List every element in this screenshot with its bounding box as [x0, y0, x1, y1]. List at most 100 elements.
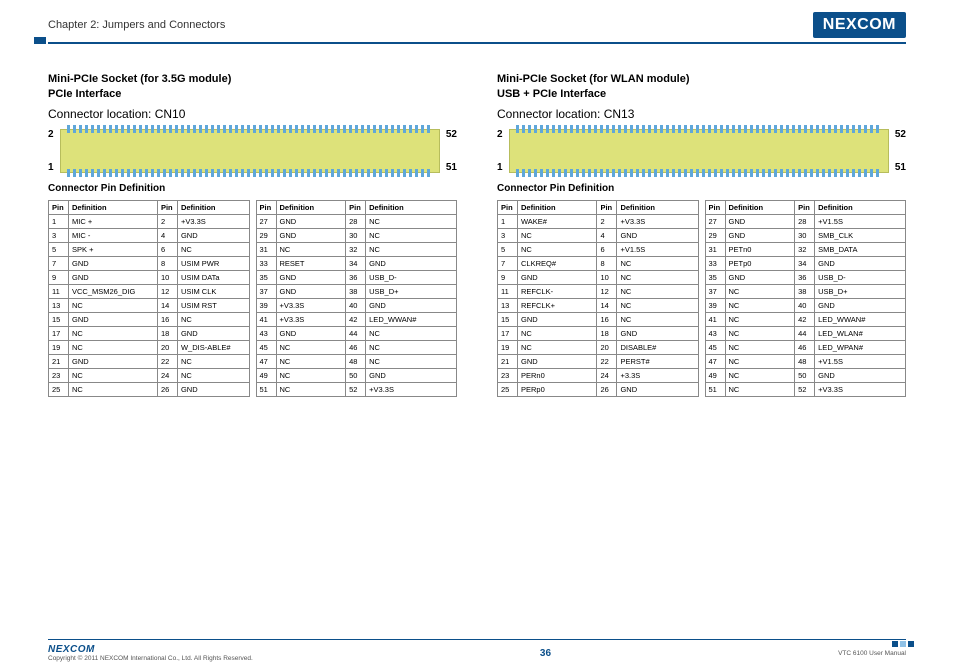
table-header: Pin — [256, 200, 276, 214]
table-cell: 51 — [256, 382, 276, 396]
table-row: 19NC20DISABLE# — [498, 340, 699, 354]
pin-labels-left-side: 2 1 — [497, 129, 503, 173]
table-cell: 10 — [597, 270, 617, 284]
table-cell: LED_WPAN# — [815, 340, 906, 354]
table-cell: NC — [725, 368, 795, 382]
page-footer: NEXCOM Copyright © 2011 NEXCOM Internati… — [48, 639, 906, 662]
table-cell: NC — [276, 368, 346, 382]
table-cell: W_DIS-ABLE# — [177, 340, 249, 354]
table-cell: GND — [518, 270, 597, 284]
table-cell: NC — [518, 326, 597, 340]
table-cell: 1 — [498, 214, 518, 228]
table-cell: GND — [725, 214, 795, 228]
table-cell: 10 — [157, 270, 177, 284]
table-cell: NC — [177, 368, 249, 382]
table-cell: GND — [815, 368, 906, 382]
table-row: 25PERp026GND — [498, 382, 699, 396]
table-cell: SMB_CLK — [815, 228, 906, 242]
table-cell: GND — [69, 354, 158, 368]
table-cell: 30 — [795, 228, 815, 242]
table-cell: 35 — [705, 270, 725, 284]
table-header: Definition — [69, 200, 158, 214]
table-cell: 50 — [346, 368, 366, 382]
table-cell: GND — [276, 228, 346, 242]
content-area: Mini-PCIe Socket (for 3.5G module) PCIe … — [0, 44, 954, 397]
table-cell: 38 — [346, 284, 366, 298]
table-cell: NC — [725, 340, 795, 354]
table-cell: 23 — [498, 368, 518, 382]
table-cell: USB_D- — [366, 270, 457, 284]
table-cell: USB_D+ — [815, 284, 906, 298]
table-cell: 13 — [498, 298, 518, 312]
table-cell: NC — [69, 368, 158, 382]
table-cell: 46 — [346, 340, 366, 354]
table-cell: 6 — [597, 242, 617, 256]
table-row: 47NC48+V1.5S — [705, 354, 906, 368]
table-cell: 36 — [795, 270, 815, 284]
table-cell: 21 — [498, 354, 518, 368]
table-cell: 42 — [346, 312, 366, 326]
table-cell: NC — [366, 214, 457, 228]
manual-name: VTC 6100 User Manual — [838, 650, 906, 657]
table-cell: 4 — [597, 228, 617, 242]
table-row: 17NC18GND — [498, 326, 699, 340]
table-cell: 34 — [346, 256, 366, 270]
table-row: 31NC32NC — [256, 242, 457, 256]
table-cell: USIM CLK — [177, 284, 249, 298]
table-cell: 50 — [795, 368, 815, 382]
footer-decoration-icon — [892, 641, 914, 647]
connector-socket-icon — [60, 129, 440, 173]
table-cell: NC — [725, 298, 795, 312]
table-cell: SMB_DATA — [815, 242, 906, 256]
table-cell: 30 — [346, 228, 366, 242]
table-cell: 45 — [705, 340, 725, 354]
table-cell: 5 — [49, 242, 69, 256]
table-cell: 17 — [49, 326, 69, 340]
table-header: Definition — [177, 200, 249, 214]
table-cell: GND — [276, 270, 346, 284]
table-row: 29GND30SMB_CLK — [705, 228, 906, 242]
table-row: 35GND36USB_D- — [705, 270, 906, 284]
table-header: Definition — [518, 200, 597, 214]
nexcom-logo-small: NEXCOM — [48, 644, 253, 655]
table-cell: 16 — [597, 312, 617, 326]
table-cell: 8 — [597, 256, 617, 270]
table-cell: 42 — [795, 312, 815, 326]
table-row: 19NC20W_DIS-ABLE# — [49, 340, 250, 354]
table-cell: NC — [366, 228, 457, 242]
table-cell: NC — [69, 326, 158, 340]
table-cell: 24 — [597, 368, 617, 382]
table-cell: REFCLK+ — [518, 298, 597, 312]
table-header: Definition — [276, 200, 346, 214]
connector-diagram-right: 2 1 52 51 — [497, 129, 906, 173]
table-cell: 31 — [256, 242, 276, 256]
table-cell: NC — [366, 326, 457, 340]
table-cell: 46 — [795, 340, 815, 354]
table-cell: 19 — [49, 340, 69, 354]
table-cell: 37 — [705, 284, 725, 298]
header-rule — [48, 42, 906, 44]
table-cell: 15 — [498, 312, 518, 326]
connector-location-right: Connector location: CN13 — [497, 107, 906, 121]
pin-labels-right-side: 52 51 — [446, 129, 457, 173]
table-cell: 35 — [256, 270, 276, 284]
table-cell: 38 — [795, 284, 815, 298]
table-cell: GND — [177, 382, 249, 396]
table-cell: +V3.3S — [366, 382, 457, 396]
table-cell: PETn0 — [725, 242, 795, 256]
table-cell: GND — [518, 354, 597, 368]
table-cell: NC — [725, 382, 795, 396]
table-cell: 5 — [498, 242, 518, 256]
connector-location-left: Connector location: CN10 — [48, 107, 457, 121]
table-cell: GND — [276, 326, 346, 340]
table-cell: USIM DATa — [177, 270, 249, 284]
table-cell: 36 — [346, 270, 366, 284]
table-cell: USB_D- — [815, 270, 906, 284]
section-heading-right: Mini-PCIe Socket (for WLAN module) USB +… — [497, 72, 906, 103]
table-cell: 16 — [157, 312, 177, 326]
table-row: 3MIC -4GND — [49, 228, 250, 242]
table-heading-left: Connector Pin Definition — [48, 183, 457, 194]
table-cell: 8 — [157, 256, 177, 270]
table-cell: 22 — [157, 354, 177, 368]
table-cell: GND — [518, 312, 597, 326]
